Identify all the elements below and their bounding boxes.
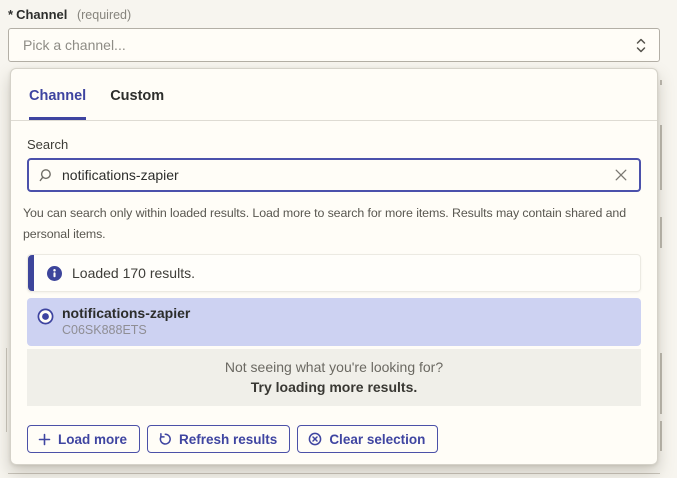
underlying-field-border — [660, 421, 662, 451]
clear-search-icon[interactable] — [613, 167, 629, 183]
x-circle-icon — [308, 432, 322, 446]
result-title: notifications-zapier — [62, 305, 190, 322]
underlying-field-border — [660, 125, 662, 190]
search-label: Search — [27, 137, 641, 152]
underlying-field-border — [660, 80, 662, 85]
magnifier-icon — [39, 168, 54, 183]
select-placeholder: Pick a channel... — [23, 37, 635, 53]
try-loading-more-link[interactable]: Try loading more results. — [27, 379, 641, 396]
info-circle-icon — [47, 266, 62, 284]
underlying-field-border — [660, 217, 662, 248]
channel-dropdown-panel: Channel Custom Search You can search onl… — [10, 68, 658, 465]
field-label: *Channel (required) — [8, 7, 131, 22]
channel-select[interactable]: Pick a channel... — [8, 28, 660, 62]
hint-question: Not seeing what you're looking for? — [27, 359, 641, 376]
helper-line-1: You can search only within loaded result… — [23, 206, 626, 220]
info-banner-text: Loaded 170 results. — [72, 265, 195, 281]
load-more-hint: Not seeing what you're looking for? Try … — [27, 349, 641, 406]
tab-channel[interactable]: Channel — [29, 89, 86, 120]
info-banner-accent-bar — [28, 255, 34, 291]
search-input-wrapper — [27, 158, 641, 192]
required-asterisk: * — [8, 7, 13, 22]
load-more-button[interactable]: Load more — [27, 425, 140, 453]
clear-selection-label: Clear selection — [329, 432, 425, 447]
refresh-results-button[interactable]: Refresh results — [147, 425, 290, 453]
underlying-field-border — [8, 473, 660, 474]
search-helper-text: You can search only within loaded result… — [23, 203, 645, 245]
required-note: (required) — [77, 8, 131, 22]
underlying-field-border — [660, 353, 662, 414]
underlying-field-border — [6, 348, 7, 432]
clear-selection-button[interactable]: Clear selection — [297, 425, 438, 453]
field-label-text: Channel — [16, 7, 67, 22]
helper-line-2: personal items. — [23, 227, 106, 241]
radio-selected-icon — [37, 308, 54, 346]
result-option-notifications-zapier[interactable]: notifications-zapier C06SK888ETS — [27, 298, 641, 346]
tab-bar: Channel Custom — [11, 69, 657, 121]
load-more-label: Load more — [58, 432, 127, 447]
search-input[interactable] — [62, 167, 605, 183]
refresh-results-label: Refresh results — [179, 432, 277, 447]
dropdown-actions: Load more Refresh results — [27, 425, 641, 453]
chevron-up-down-icon — [635, 37, 647, 54]
rotate-ccw-icon — [158, 432, 172, 446]
tab-custom[interactable]: Custom — [110, 89, 164, 120]
result-channel-id: C06SK888ETS — [62, 323, 190, 338]
info-banner: Loaded 170 results. — [27, 254, 641, 292]
dropdown-content: Search You can search only within loaded… — [11, 121, 657, 453]
plus-icon — [38, 433, 51, 446]
result-meta: notifications-zapier C06SK888ETS — [62, 305, 190, 346]
